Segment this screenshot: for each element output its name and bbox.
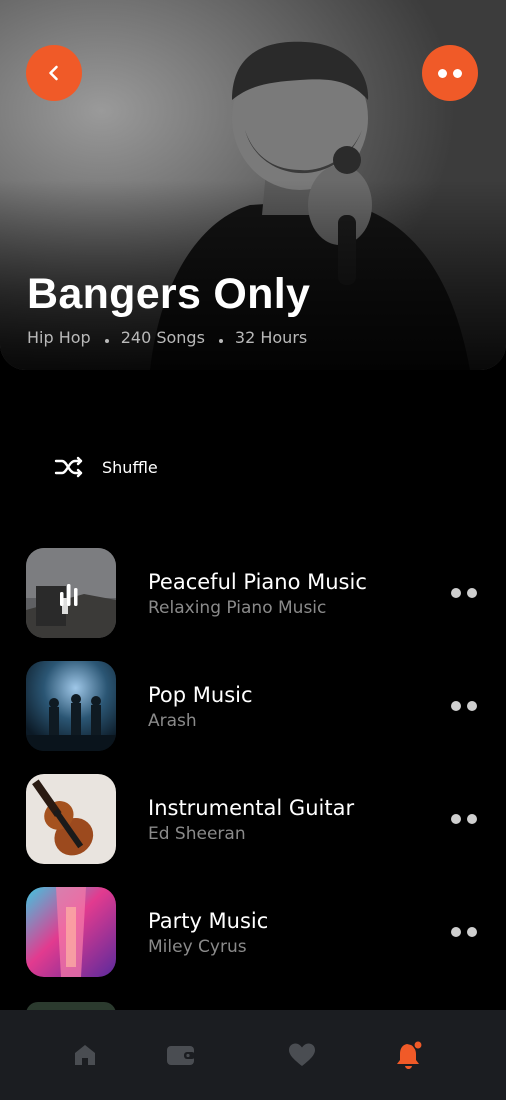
bottom-navigation [0,1010,506,1100]
nav-wallet[interactable] [166,1040,196,1070]
more-dots-icon [451,588,461,598]
track-artist: Ed Sheeran [148,824,246,844]
playlist-meta: Hip Hop 240 Songs 32 Hours [27,328,310,347]
more-dots-icon [451,701,461,711]
track-more-button[interactable] [448,814,480,824]
more-dots-icon-dot [467,814,477,824]
more-options-button[interactable] [422,45,478,101]
track-artist: Miley Cyrus [148,937,247,957]
track-title: Instrumental Guitar [148,796,355,820]
wallet-icon [167,1046,195,1065]
more-dots-icon [438,68,447,78]
track-artist: Arash [148,711,197,731]
equalizer-icon [60,584,78,606]
more-dots-icon-dot [467,701,477,711]
shuffle-icon [54,456,83,478]
home-icon [75,1045,95,1065]
more-dots-icon [451,927,461,937]
nav-favorites[interactable] [287,1040,317,1070]
track-title: Pop Music [148,683,253,707]
track-row[interactable]: Peaceful Piano Music Relaxing Piano Musi… [26,548,486,638]
nav-home[interactable] [70,1040,100,1070]
playlist-duration: 32 Hours [234,328,308,347]
track-more-button[interactable] [448,927,480,937]
chevron-left-icon [49,65,58,81]
track-cover [26,887,116,977]
notification-badge [413,1040,423,1050]
more-dots-icon-dot [467,588,477,598]
back-button[interactable] [26,45,82,101]
playlist-title: Bangers Only [27,270,311,318]
track-artist: Relaxing Piano Music [148,598,327,618]
bell-icon [397,1040,423,1069]
shuffle-button[interactable]: Shuffle [54,455,158,479]
track-more-button[interactable] [448,701,480,711]
more-dots-icon [451,814,461,824]
meta-separator [104,338,109,343]
shuffle-label: Shuffle [102,457,158,477]
track-title: Peaceful Piano Music [148,570,367,594]
track-row[interactable]: Pop Music Arash [26,661,486,751]
playlist-song-count: 240 Songs [120,328,205,347]
more-dots-icon-dot [467,927,477,937]
track-cover [26,774,116,864]
playlist-header: Bangers Only Hip Hop 240 Songs 32 Hours [27,270,310,347]
track-more-button[interactable] [448,588,480,598]
track-title: Party Music [148,909,269,933]
more-dots-icon-dot [453,68,462,78]
track-cover [26,548,116,638]
track-row[interactable]: Party Music Miley Cyrus [26,887,486,977]
heart-icon [289,1043,315,1066]
track-cover [26,661,116,751]
nav-notifications[interactable] [394,1040,424,1070]
meta-separator [218,338,223,343]
playlist-genre: Hip Hop [27,328,91,347]
track-row[interactable]: Instrumental Guitar Ed Sheeran [26,774,486,864]
playlist-hero: Bangers Only Hip Hop 240 Songs 32 Hours [0,0,506,370]
